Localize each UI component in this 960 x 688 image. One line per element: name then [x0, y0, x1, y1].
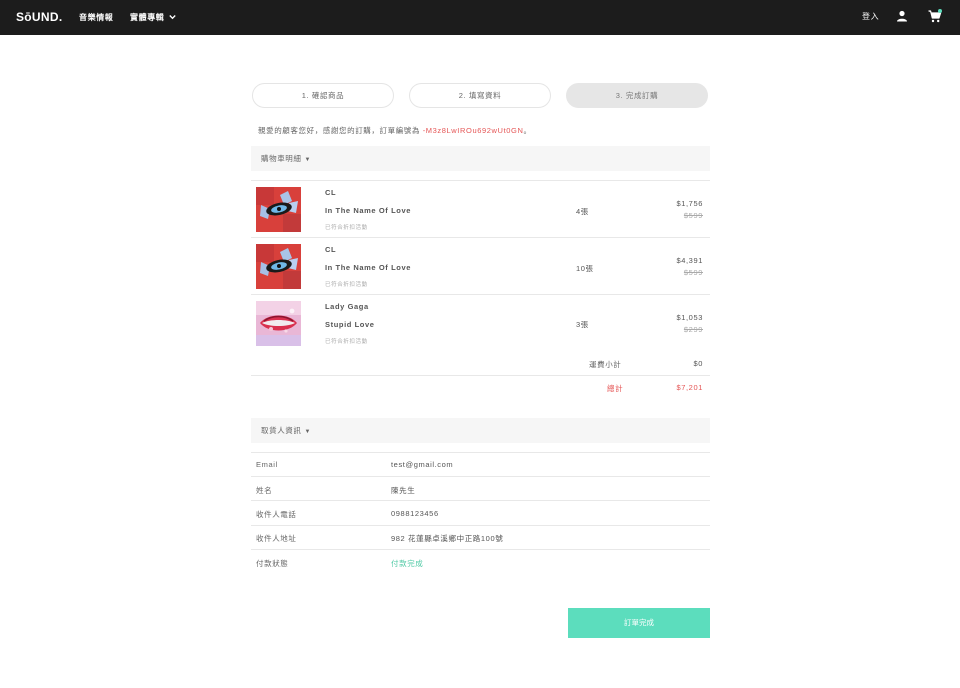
caret-down-icon: ▼ — [304, 157, 312, 163]
item-artist: CL — [325, 188, 337, 197]
total-label: 總計 — [607, 384, 624, 393]
shipping-subtotal-value: $0 — [693, 359, 703, 368]
recipient-info-toggle[interactable]: 取貨人資訊 ▼ — [251, 418, 710, 443]
cart-details-label: 購物車明細 — [261, 154, 302, 163]
divider — [251, 549, 710, 550]
album-cover-cl — [256, 187, 301, 232]
divider — [251, 294, 710, 295]
divider — [251, 237, 710, 238]
divider — [251, 500, 710, 501]
step-confirm-items: 1. 確認商品 — [252, 83, 394, 108]
item-album[interactable]: In The Name Of Love — [325, 263, 411, 272]
nav-link-albums[interactable]: 實體專輯 — [130, 12, 176, 23]
album-cover-lady-gaga — [256, 301, 301, 346]
item-original-price: $599 — [683, 211, 703, 220]
caret-down-icon: ▼ — [304, 429, 312, 435]
item-album[interactable]: Stupid Love — [325, 320, 375, 329]
item-quantity: 10張 — [576, 264, 594, 273]
nav-link-music-news[interactable]: 音樂情報 — [79, 12, 113, 23]
item-quantity: 3張 — [576, 320, 589, 329]
payment-status: 付款完成 — [391, 559, 424, 568]
divider — [251, 452, 710, 453]
recipient-label: 付款狀態 — [256, 559, 289, 568]
top-nav-bar: SōUND. 音樂情報 實體專輯 登入 — [0, 0, 960, 35]
login-link[interactable]: 登入 — [862, 11, 879, 22]
recipient-phone: 0988123456 — [391, 509, 439, 518]
divider — [251, 180, 710, 181]
order-number: -M3z8LwIROu692wUt0GN — [422, 126, 524, 135]
item-discount-note: 已符合折扣活動 — [325, 225, 368, 231]
recipient-label: 收件人電話 — [256, 510, 297, 519]
recipient-label: 收件人地址 — [256, 534, 297, 543]
album-cover-cl — [256, 244, 301, 289]
nav-link-albums-label: 實體專輯 — [130, 13, 165, 22]
recipient-name: 陳先生 — [391, 486, 416, 495]
thank-you-suffix: 。 — [523, 126, 532, 135]
recipient-address: 982 花蓮縣卓溪鄉中正路100號 — [391, 534, 504, 543]
divider — [251, 525, 710, 526]
step-complete-order: 3. 完成訂購 — [566, 83, 708, 108]
item-price: $1,756 — [676, 199, 703, 208]
divider — [251, 375, 710, 376]
recipient-info-label: 取貨人資訊 — [261, 426, 302, 435]
cart-details-toggle[interactable]: 購物車明細 ▼ — [251, 146, 710, 171]
user-icon[interactable] — [896, 10, 908, 22]
logo[interactable]: SōUND. — [16, 10, 62, 24]
item-price: $4,391 — [676, 256, 703, 265]
item-artist: CL — [325, 245, 337, 254]
item-original-price: $299 — [683, 325, 703, 334]
recipient-label: Email — [256, 460, 278, 469]
total-value: $7,201 — [676, 383, 703, 392]
chevron-down-icon — [169, 15, 176, 20]
order-complete-button[interactable]: 訂單完成 — [568, 608, 710, 638]
shipping-subtotal-label: 運費小計 — [589, 360, 622, 369]
thank-you-text: 親愛的顧客您好，感謝您的訂購，訂單編號為 — [258, 126, 423, 135]
recipient-label: 姓名 — [256, 486, 273, 495]
item-price: $1,053 — [676, 313, 703, 322]
thank-you-message: 親愛的顧客您好，感謝您的訂購，訂單編號為 -M3z8LwIROu692wUt0G… — [258, 125, 532, 136]
item-discount-note: 已符合折扣活動 — [325, 339, 368, 345]
item-album[interactable]: In The Name Of Love — [325, 206, 411, 215]
item-artist: Lady Gaga — [325, 302, 369, 311]
divider — [251, 476, 710, 477]
recipient-email: test@gmail.com — [391, 460, 454, 469]
cart-badge-dot — [938, 9, 942, 13]
step-fill-info: 2. 填寫資料 — [409, 83, 551, 108]
item-original-price: $599 — [683, 268, 703, 277]
item-quantity: 4張 — [576, 207, 589, 216]
item-discount-note: 已符合折扣活動 — [325, 282, 368, 288]
